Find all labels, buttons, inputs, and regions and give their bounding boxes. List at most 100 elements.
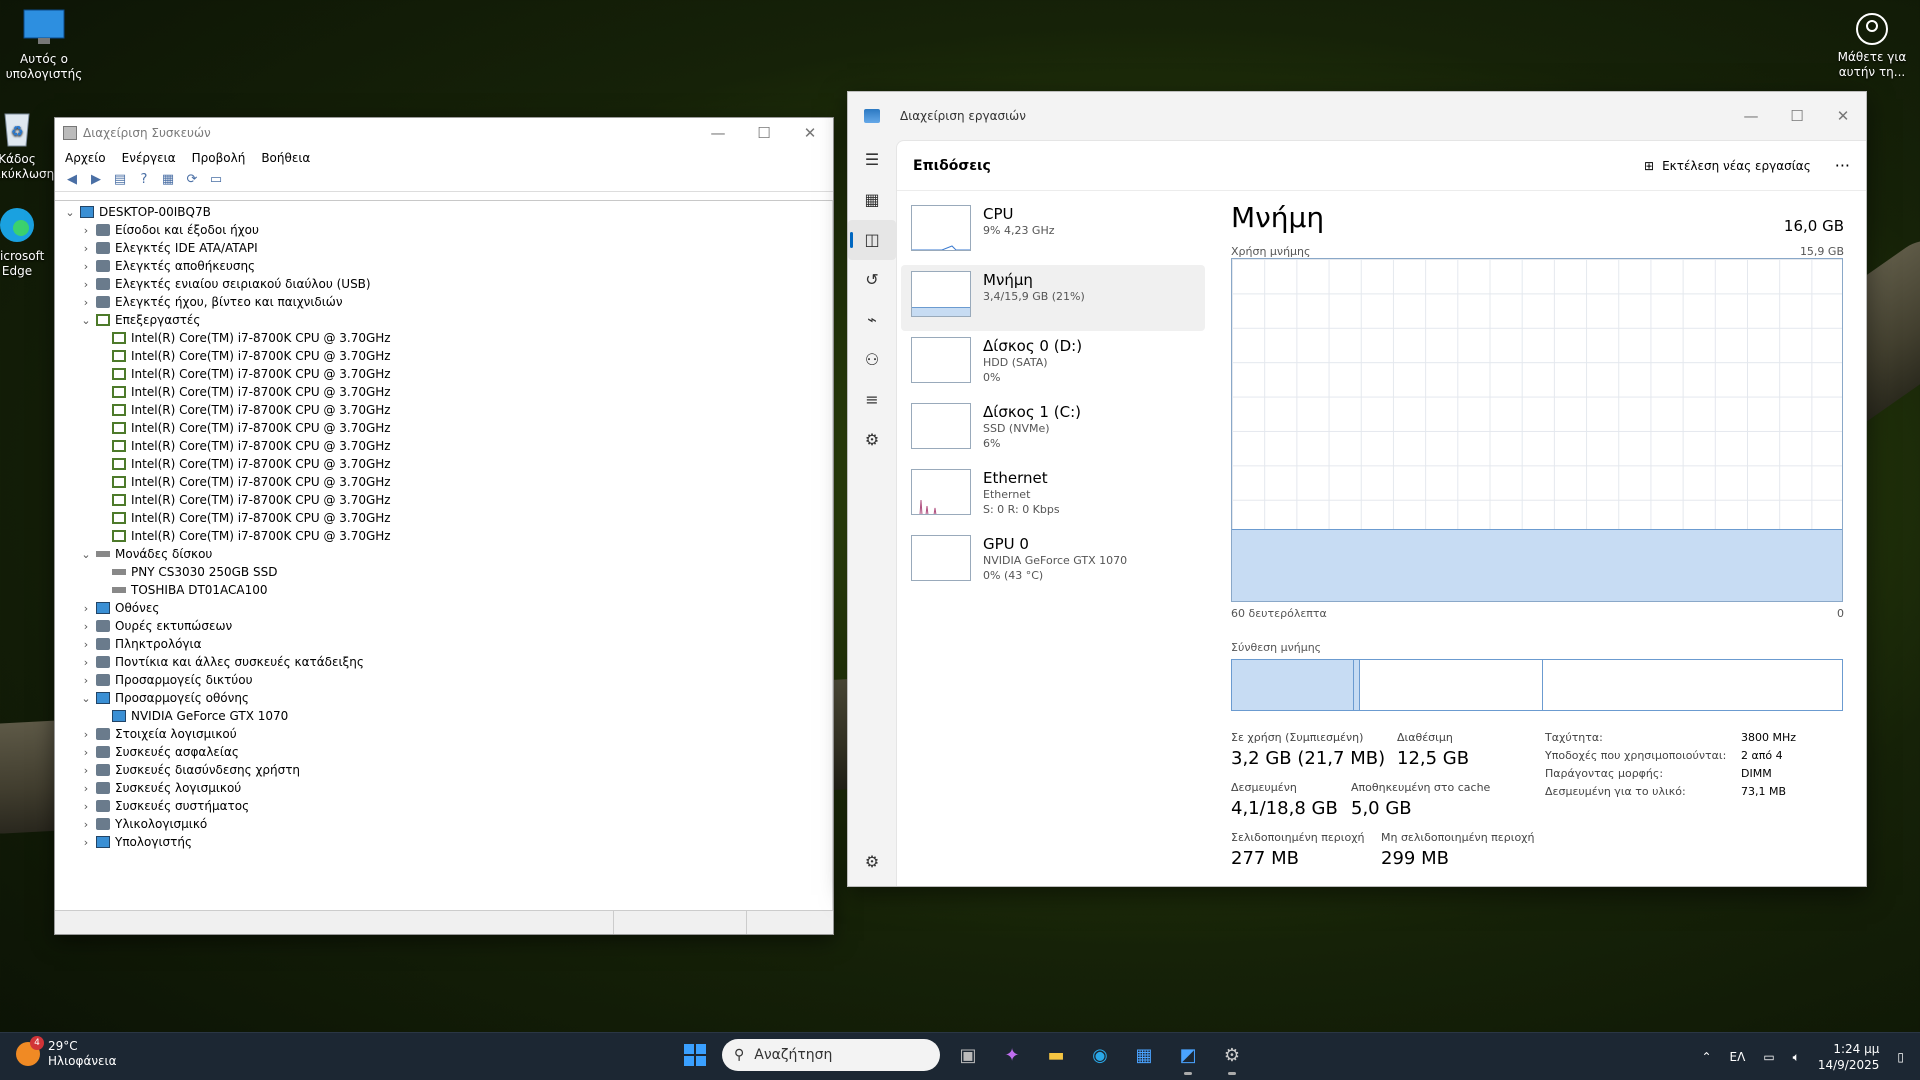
tree-item[interactable]: › Στοιχεία λογισμικού bbox=[55, 725, 832, 743]
chevron-right-icon[interactable]: › bbox=[79, 278, 93, 291]
chevron-right-icon[interactable]: › bbox=[79, 296, 93, 309]
scan-icon[interactable]: ⟳ bbox=[183, 172, 201, 188]
tree-item[interactable]: › Ελεγκτές αποθήκευσης bbox=[55, 257, 832, 275]
details-icon[interactable]: ≡ bbox=[848, 380, 896, 420]
chevron-right-icon[interactable]: › bbox=[79, 728, 93, 741]
back-icon[interactable]: ◀ bbox=[63, 172, 81, 188]
perf-item-gpu[interactable]: GPU 0 NVIDIA GeForce GTX 1070 0% (43 °C) bbox=[901, 529, 1205, 595]
chevron-right-icon[interactable]: › bbox=[79, 764, 93, 777]
menu-action[interactable]: Ενέργεια bbox=[122, 151, 176, 165]
copilot-icon[interactable]: ✦ bbox=[996, 1039, 1028, 1071]
close-button[interactable]: ✕ bbox=[787, 118, 833, 148]
tree-item[interactable]: › Είσοδοι και έξοδοι ήχου bbox=[55, 221, 832, 239]
tree-item[interactable]: › Συσκευές συστήματος bbox=[55, 797, 832, 815]
title-bar[interactable]: Διαχείριση εργασιών — ☐ ✕ bbox=[848, 92, 1866, 140]
chevron-right-icon[interactable]: › bbox=[79, 836, 93, 849]
tree-item[interactable]: › Συσκευές λογισμικού bbox=[55, 779, 832, 797]
more-options-button[interactable]: ··· bbox=[1835, 156, 1850, 175]
device-tree[interactable]: ⌄ DESKTOP-00IBQ7B › Είσοδοι και έξοδοι ήχου… bbox=[55, 200, 833, 910]
store-icon[interactable]: ▦ bbox=[1128, 1039, 1160, 1071]
notifications-icon[interactable]: ▯ bbox=[1897, 1050, 1904, 1064]
tree-item[interactable]: TOSHIBA DT01ACA100 bbox=[55, 581, 832, 599]
tree-item[interactable]: › Συσκευές ασφαλείας bbox=[55, 743, 832, 761]
tree-item[interactable]: PNY CS3030 250GB SSD bbox=[55, 563, 832, 581]
chevron-right-icon[interactable]: › bbox=[79, 746, 93, 759]
chevron-right-icon[interactable]: › bbox=[79, 656, 93, 669]
chevron-right-icon[interactable]: › bbox=[79, 602, 93, 615]
help-icon[interactable]: ? bbox=[135, 172, 153, 188]
processes-icon[interactable]: ▦ bbox=[848, 180, 896, 220]
chevron-down-icon[interactable]: ⌄ bbox=[79, 692, 93, 705]
chevron-right-icon[interactable]: › bbox=[79, 260, 93, 273]
desktop-learn-spotlight[interactable]: Μάθετε για αυτήν τη... bbox=[1826, 12, 1918, 80]
search-box[interactable]: ⚲ Αναζήτηση bbox=[722, 1039, 940, 1071]
tree-item[interactable]: › Υλικολογισμικό bbox=[55, 815, 832, 833]
menu-view[interactable]: Προβολή bbox=[192, 151, 246, 165]
tree-item[interactable]: NVIDIA GeForce GTX 1070 bbox=[55, 707, 832, 725]
desktop-icon-this-pc[interactable]: Αυτός ο υπολογιστής bbox=[0, 8, 88, 82]
tree-item[interactable]: Intel(R) Core(TM) i7-8700K CPU @ 3.70GHz bbox=[55, 401, 832, 419]
perf-item-cpu[interactable]: CPU 9% 4,23 GHz bbox=[901, 199, 1205, 265]
tree-item[interactable]: Intel(R) Core(TM) i7-8700K CPU @ 3.70GHz bbox=[55, 419, 832, 437]
chevron-right-icon[interactable]: › bbox=[79, 674, 93, 687]
chevron-down-icon[interactable]: ⌄ bbox=[79, 314, 93, 327]
tree-item[interactable]: Intel(R) Core(TM) i7-8700K CPU @ 3.70GHz bbox=[55, 455, 832, 473]
device-manager-icon[interactable]: ⚙ bbox=[1216, 1039, 1248, 1075]
chevron-right-icon[interactable]: › bbox=[79, 638, 93, 651]
file-explorer-icon[interactable]: ▬ bbox=[1040, 1039, 1072, 1071]
minimize-button[interactable]: — bbox=[1728, 92, 1774, 140]
tree-item[interactable]: › Οθόνες bbox=[55, 599, 832, 617]
menu-icon[interactable]: ☰ bbox=[848, 140, 896, 180]
view-icon[interactable]: ▦ bbox=[159, 172, 177, 188]
tree-item[interactable]: › Συσκευές διασύνδεσης χρήστη bbox=[55, 761, 832, 779]
tree-item[interactable]: Intel(R) Core(TM) i7-8700K CPU @ 3.70GHz bbox=[55, 329, 832, 347]
task-manager-window[interactable]: Διαχείριση εργασιών — ☐ ✕ ☰ ▦ ◫ ↺ ⌁ ⚇ ≡ … bbox=[847, 91, 1867, 887]
clock[interactable]: 1:24 μμ 14/9/2025 bbox=[1818, 1041, 1880, 1073]
performance-icon[interactable]: ◫ bbox=[848, 220, 896, 260]
properties-icon[interactable]: ▤ bbox=[111, 172, 129, 188]
task-view-icon[interactable]: ▣ bbox=[952, 1039, 984, 1071]
monitor-icon[interactable]: ▭ bbox=[207, 172, 225, 188]
startup-icon[interactable]: ⌁ bbox=[848, 300, 896, 340]
desktop-icon-recycle-bin[interactable]: ♻ Κάδος Ανακύκλωσης bbox=[0, 108, 56, 182]
chevron-right-icon[interactable]: › bbox=[79, 818, 93, 831]
tree-item[interactable]: ⌄ DESKTOP-00IBQ7B bbox=[55, 203, 832, 221]
history-icon[interactable]: ↺ bbox=[848, 260, 896, 300]
tree-item[interactable]: › Πληκτρολόγια bbox=[55, 635, 832, 653]
device-manager-window[interactable]: Διαχείριση Συσκευών — ☐ ✕ Αρχείο Ενέργει… bbox=[54, 117, 834, 935]
tree-item[interactable]: › Υπολογιστής bbox=[55, 833, 832, 851]
language-indicator[interactable]: ΕΛ bbox=[1730, 1050, 1746, 1064]
tree-item[interactable]: Intel(R) Core(TM) i7-8700K CPU @ 3.70GHz bbox=[55, 473, 832, 491]
close-button[interactable]: ✕ bbox=[1820, 92, 1866, 140]
run-new-task-button[interactable]: ⊞ Εκτέλεση νέας εργασίας bbox=[1644, 159, 1811, 173]
services-icon[interactable]: ⚙ bbox=[848, 420, 896, 460]
menu-file[interactable]: Αρχείο bbox=[65, 151, 106, 165]
maximize-button[interactable]: ☐ bbox=[741, 118, 787, 148]
volume-icon[interactable]: 🔈︎ bbox=[1793, 1050, 1800, 1065]
perf-item-disk-1[interactable]: Δίσκος 1 (C:) SSD (NVMe) 6% bbox=[901, 397, 1205, 463]
chevron-down-icon[interactable]: ⌄ bbox=[63, 206, 77, 219]
tree-item[interactable]: Intel(R) Core(TM) i7-8700K CPU @ 3.70GHz bbox=[55, 437, 832, 455]
tree-item[interactable]: Intel(R) Core(TM) i7-8700K CPU @ 3.70GHz bbox=[55, 509, 832, 527]
tree-item[interactable]: Intel(R) Core(TM) i7-8700K CPU @ 3.70GHz bbox=[55, 527, 832, 545]
chevron-right-icon[interactable]: › bbox=[79, 782, 93, 795]
tree-item[interactable]: Intel(R) Core(TM) i7-8700K CPU @ 3.70GHz bbox=[55, 347, 832, 365]
tree-item[interactable]: ⌄ Επεξεργαστές bbox=[55, 311, 832, 329]
title-bar[interactable]: Διαχείριση Συσκευών — ☐ ✕ bbox=[55, 118, 833, 148]
tree-item[interactable]: › Ελεγκτές ήχου, βίντεο και παιχνιδιών bbox=[55, 293, 832, 311]
tree-item[interactable]: › Ελεγκτές ενιαίου σειριακού διαύλου (USB… bbox=[55, 275, 832, 293]
chevron-right-icon[interactable]: › bbox=[79, 620, 93, 633]
perf-item-memory[interactable]: Μνήμη 3,4/15,9 GB (21%) bbox=[901, 265, 1205, 331]
tree-item[interactable]: ⌄ Προσαρμογείς οθόνης bbox=[55, 689, 832, 707]
chevron-right-icon[interactable]: › bbox=[79, 224, 93, 237]
weather-widget[interactable]: 4 29°C Ηλιοφάνεια bbox=[16, 1036, 117, 1069]
tree-item[interactable]: › Προσαρμογείς δικτύου bbox=[55, 671, 832, 689]
forward-icon[interactable]: ▶ bbox=[87, 172, 105, 188]
edge-icon[interactable]: ◉ bbox=[1084, 1039, 1116, 1071]
tree-item[interactable]: Intel(R) Core(TM) i7-8700K CPU @ 3.70GHz bbox=[55, 365, 832, 383]
perf-item-ethernet[interactable]: Ethernet Ethernet S: 0 R: 0 Kbps bbox=[901, 463, 1205, 529]
settings-icon[interactable]: ⚙ bbox=[848, 842, 896, 882]
minimize-button[interactable]: — bbox=[695, 118, 741, 148]
tree-item[interactable]: › Ελεγκτές IDE ATA/ATAPI bbox=[55, 239, 832, 257]
network-icon[interactable]: ▭ bbox=[1763, 1050, 1774, 1064]
